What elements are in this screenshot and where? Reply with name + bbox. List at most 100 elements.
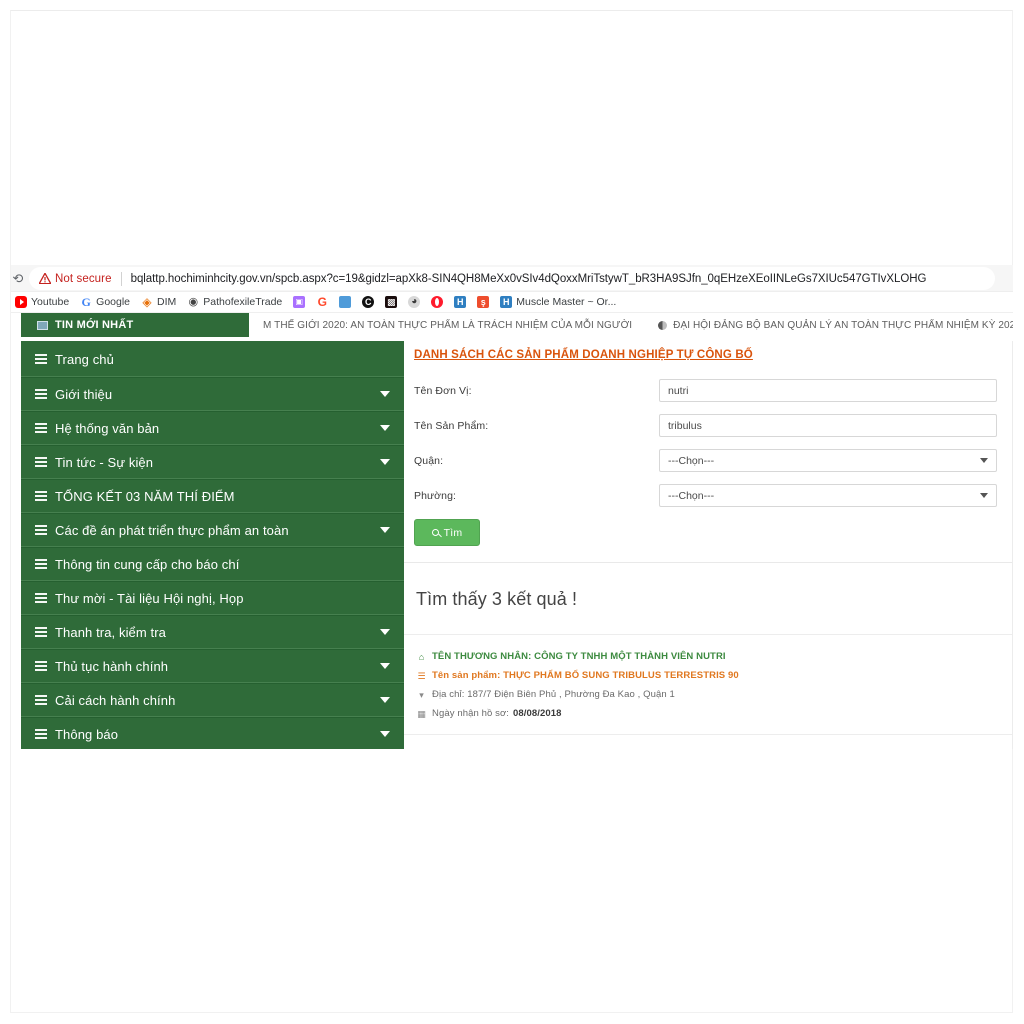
bookmark-item[interactable]: ş [477,293,490,311]
bookmark-item[interactable]: ◈ DIM [141,293,176,311]
bookmark-item[interactable]: H [454,293,467,311]
sidebar-item[interactable]: Hệ thống văn bản [21,411,404,445]
steam-icon: ◕ [408,296,421,308]
district-label: Quận: [414,454,444,467]
sidebar-item-label: Các đề án phát triển thực phẩm an toàn [55,522,289,538]
sidebar-item-label: Thư mời - Tài liệu Hội nghị, Họp [55,590,244,606]
unit-input-value: nutri [668,384,689,397]
chevron-down-icon [980,458,988,463]
bookmark-item[interactable] [339,293,352,311]
unit-input[interactable]: nutri [659,379,997,402]
chevron-down-icon [380,459,390,465]
chevron-down-icon [380,527,390,533]
shopee-icon: ş [477,296,490,308]
sidebar-item[interactable]: Trang chủ [21,343,404,377]
chevron-down-icon [380,425,390,431]
sidebar-item[interactable]: Các đề án phát triển thực phẩm an toàn [21,513,404,547]
search-button[interactable]: Tìm [414,519,480,546]
sidebar-item[interactable]: Cải cách hành chính [21,683,404,717]
chevron-down-icon [380,663,390,669]
bookmark-label: Youtube [31,296,70,308]
sidebar-item[interactable]: TỔNG KẾT 03 NĂM THÍ ĐIỂM [21,479,404,513]
unit-label: Tên Đơn Vị: [414,384,472,397]
path-of-exile-icon: ◉ [188,296,199,308]
bookmark-label: Muscle Master ~ Or... [516,296,617,308]
sidebar-item-label: Giới thiệu [55,386,113,402]
security-status-label: Not secure [55,272,112,285]
chevron-down-icon [380,391,390,397]
bookmark-item[interactable]: ▣ [293,293,306,311]
address-bar[interactable]: Not secure bqlattp.hochiminhcity.gov.vn/… [29,267,995,290]
list-icon [35,592,47,604]
search-results: Tìm thấy 3 kết quả ! ⌂ TÊN THƯƠNG NHÂN: C… [404,563,1013,735]
product-line: ☰ Tên sản phẩm: THỰC PHẨM BỔ SUNG TRIBULU… [416,670,1013,682]
list-icon [35,626,47,638]
news-icon [37,320,48,330]
list-icon [35,558,47,570]
page-body: Trang chủ Giới thiệu Hệ thống văn bản Tin t… [21,341,1013,749]
calendar-icon: ▦ [417,709,426,719]
merchant-text: TÊN THƯƠNG NHÂN: CÔNG TY TNHH MỘT THÀNH … [432,651,726,662]
bookmark-item[interactable]: H Muscle Master ~ Or... [500,293,616,311]
sidebar-item-label: Trang chủ [55,352,114,367]
sidebar-item[interactable]: Thông tin cung cấp cho báo chí [21,547,404,581]
chevron-down-icon [380,731,390,737]
bookmark-label: DIM [157,296,177,308]
h-blue-icon: H [500,296,513,308]
list-icon [35,694,47,706]
result-card[interactable]: ⌂ TÊN THƯƠNG NHÂN: CÔNG TY TNHH MỘT THÀNH… [404,635,1013,735]
g2g-icon: G [317,296,327,308]
date-label: Ngày nhận hồ sơ: [432,708,510,719]
main-content: DANH SÁCH CÁC SẢN PHẨM DOANH NGHIỆP TỰ C… [404,341,1013,749]
ticker-item-text: M THẾ GIỚI 2020: AN TOÀN THỰC PHẨM LÀ TR… [263,319,633,331]
bookmark-item[interactable]: G [316,293,328,311]
ward-label: Phường: [414,489,457,502]
h-blue-icon: H [454,296,467,308]
form-row-product: Tên Sản Phẩm: tribulus [414,414,997,437]
bookmark-item[interactable]: ◕ [408,293,421,311]
sidebar-item-label: Tin tức - Sự kiện [55,454,154,470]
bookmark-label: PathofexileTrade [203,296,283,308]
chrome-dark-icon: C [362,296,375,308]
ward-select-value: ---Chọn--- [668,489,715,502]
list-icon [35,456,47,468]
sidebar-item[interactable]: Thông báo [21,717,404,749]
sidebar-item[interactable]: Thanh tra, kiểm tra [21,615,404,649]
bookmark-item[interactable] [431,293,444,311]
list-icon [35,524,47,536]
ward-select[interactable]: ---Chọn--- [659,484,997,507]
district-select[interactable]: ---Chọn--- [659,449,997,472]
list-icon [35,422,47,434]
browser-screenshot: ⟳ Not secure bqlattp.hochiminhcity.gov.v… [11,265,1013,749]
ticker-item-text: ĐẠI HỘI ĐẢNG BỘ BAN QUẢN LÝ AN TOÀN THỰC… [673,319,1013,331]
list-icon [35,388,47,400]
sidebar-item[interactable]: Thư mời - Tài liệu Hội nghị, Họp [21,581,404,615]
bookmark-item[interactable]: G Google [80,293,130,311]
product-input[interactable]: tribulus [659,414,997,437]
sidebar-item-label: Cải cách hành chính [55,692,176,708]
ticker-items: M THẾ GIỚI 2020: AN TOÀN THỰC PHẨM LÀ TR… [249,313,1013,337]
product-label: Tên Sản Phẩm: [414,419,489,432]
youtube-icon [15,296,27,308]
home-icon: ⌂ [418,652,425,662]
bookmark-item[interactable]: C [362,293,375,311]
browser-toolbar: ⟳ Not secure bqlattp.hochiminhcity.gov.v… [11,265,1013,292]
bookmark-item[interactable]: ▩ [385,293,398,311]
sidebar-item[interactable]: Giới thiệu [21,377,404,411]
chevron-down-icon [380,629,390,635]
result-list: ⌂ TÊN THƯƠNG NHÂN: CÔNG TY TNHH MỘT THÀNH… [404,635,1013,735]
ticker-tag-label: TIN MỚI NHẤT [55,319,134,331]
bookmark-item[interactable]: ◉ PathofexileTrade [187,293,282,311]
district-select-value: ---Chọn--- [668,454,715,467]
reload-icon[interactable]: ⟳ [11,271,27,287]
sidebar-item-label: TỔNG KẾT 03 NĂM THÍ ĐIỂM [55,488,235,504]
ticker-item[interactable]: M THẾ GIỚI 2020: AN TOÀN THỰC PHẨM LÀ TR… [263,320,632,331]
sidebar-item-label: Hệ thống văn bản [55,420,160,436]
bookmark-item[interactable]: Youtube [15,293,69,311]
sidebar-item[interactable]: Thủ tục hành chính [21,649,404,683]
addr-text: Địa chỉ: 187/7 Điện Biên Phủ , Phường Đa… [432,689,675,700]
ticker-item[interactable]: ĐẠI HỘI ĐẢNG BỘ BAN QUẢN LÝ AN TOÀN THỰC… [658,320,1013,331]
sidebar-item-label: Thủ tục hành chính [55,658,169,674]
form-row-district: Quận: ---Chọn--- [414,449,997,472]
sidebar-item[interactable]: Tin tức - Sự kiện [21,445,404,479]
